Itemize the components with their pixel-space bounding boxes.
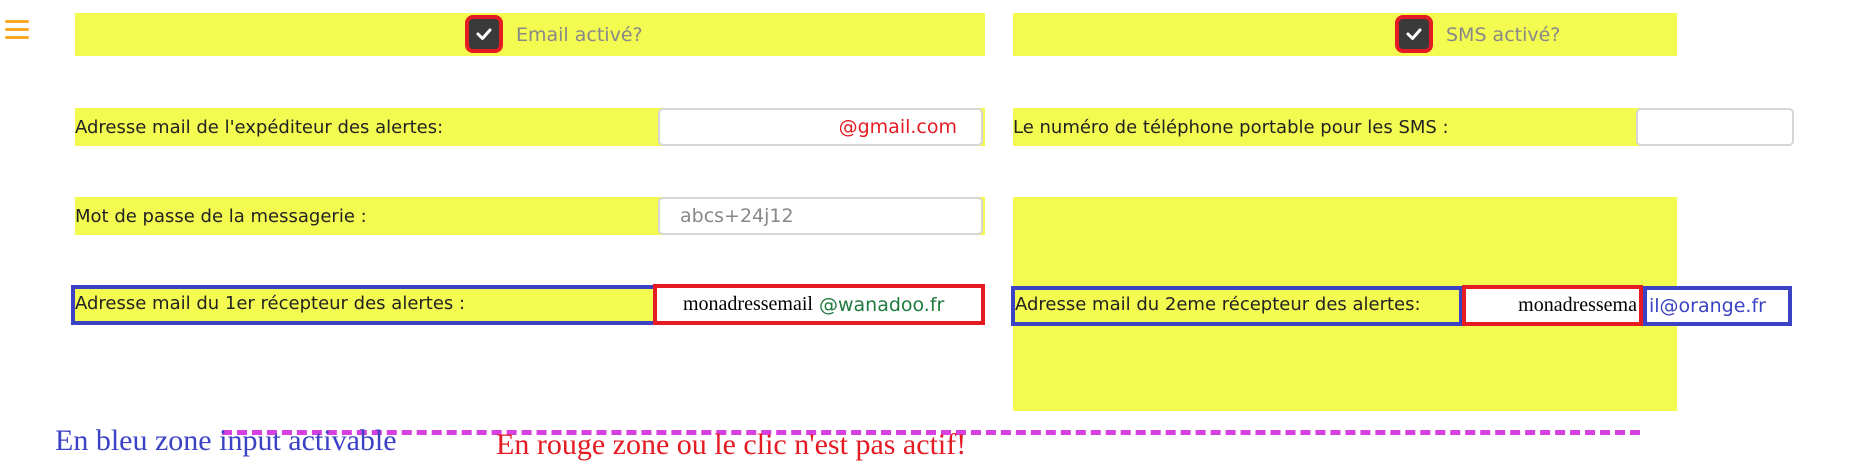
sms-enabled-label[interactable]: SMS activé? <box>1446 24 1560 46</box>
receiver2-label: Adresse mail du 2eme récepteur des alert… <box>1015 294 1421 315</box>
email-enabled-label[interactable]: Email activé? <box>516 24 643 46</box>
receiver2-domain-zone[interactable]: il@orange.fr <box>1643 286 1792 326</box>
receiver1-label: Adresse mail du 1er récepteur des alerte… <box>75 293 466 314</box>
receiver1-prefix: monadressemail <box>683 293 813 315</box>
receiver2-email-input[interactable]: monadressema <box>1462 285 1643 326</box>
sender-label: Adresse mail de l'expéditeur des alertes… <box>75 117 444 138</box>
receiver2-suffix: il@orange.fr <box>1649 295 1766 317</box>
sender-email-input[interactable]: @gmail.com <box>658 108 983 146</box>
receiver1-domain: @wanadoo.fr <box>818 293 945 316</box>
password-value: abcs+24j12 <box>680 205 794 227</box>
email-enabled-checkbox <box>465 15 503 53</box>
sms-enabled-checkbox <box>1395 15 1433 53</box>
password-input[interactable]: abcs+24j12 <box>658 197 983 235</box>
sms-toggle-bar <box>1013 13 1677 56</box>
password-label: Mot de passe de la messagerie : <box>75 206 367 227</box>
legend-blue-text: En bleu zone input activable <box>55 424 397 457</box>
phone-label: Le numéro de téléphone portable pour les… <box>1013 117 1449 138</box>
checkmark-icon <box>1406 28 1422 40</box>
hamburger-menu-icon[interactable] <box>5 20 29 40</box>
receiver2-prefix: monadressema <box>1518 294 1637 316</box>
legend-red-text: En rouge zone ou le clic n'est pas actif… <box>496 428 967 461</box>
sender-email-value: @gmail.com <box>838 116 957 138</box>
receiver1-email-input[interactable]: monadressemail @wanadoo.fr <box>653 284 985 325</box>
phone-input[interactable] <box>1636 108 1794 146</box>
checkmark-icon <box>476 28 492 40</box>
